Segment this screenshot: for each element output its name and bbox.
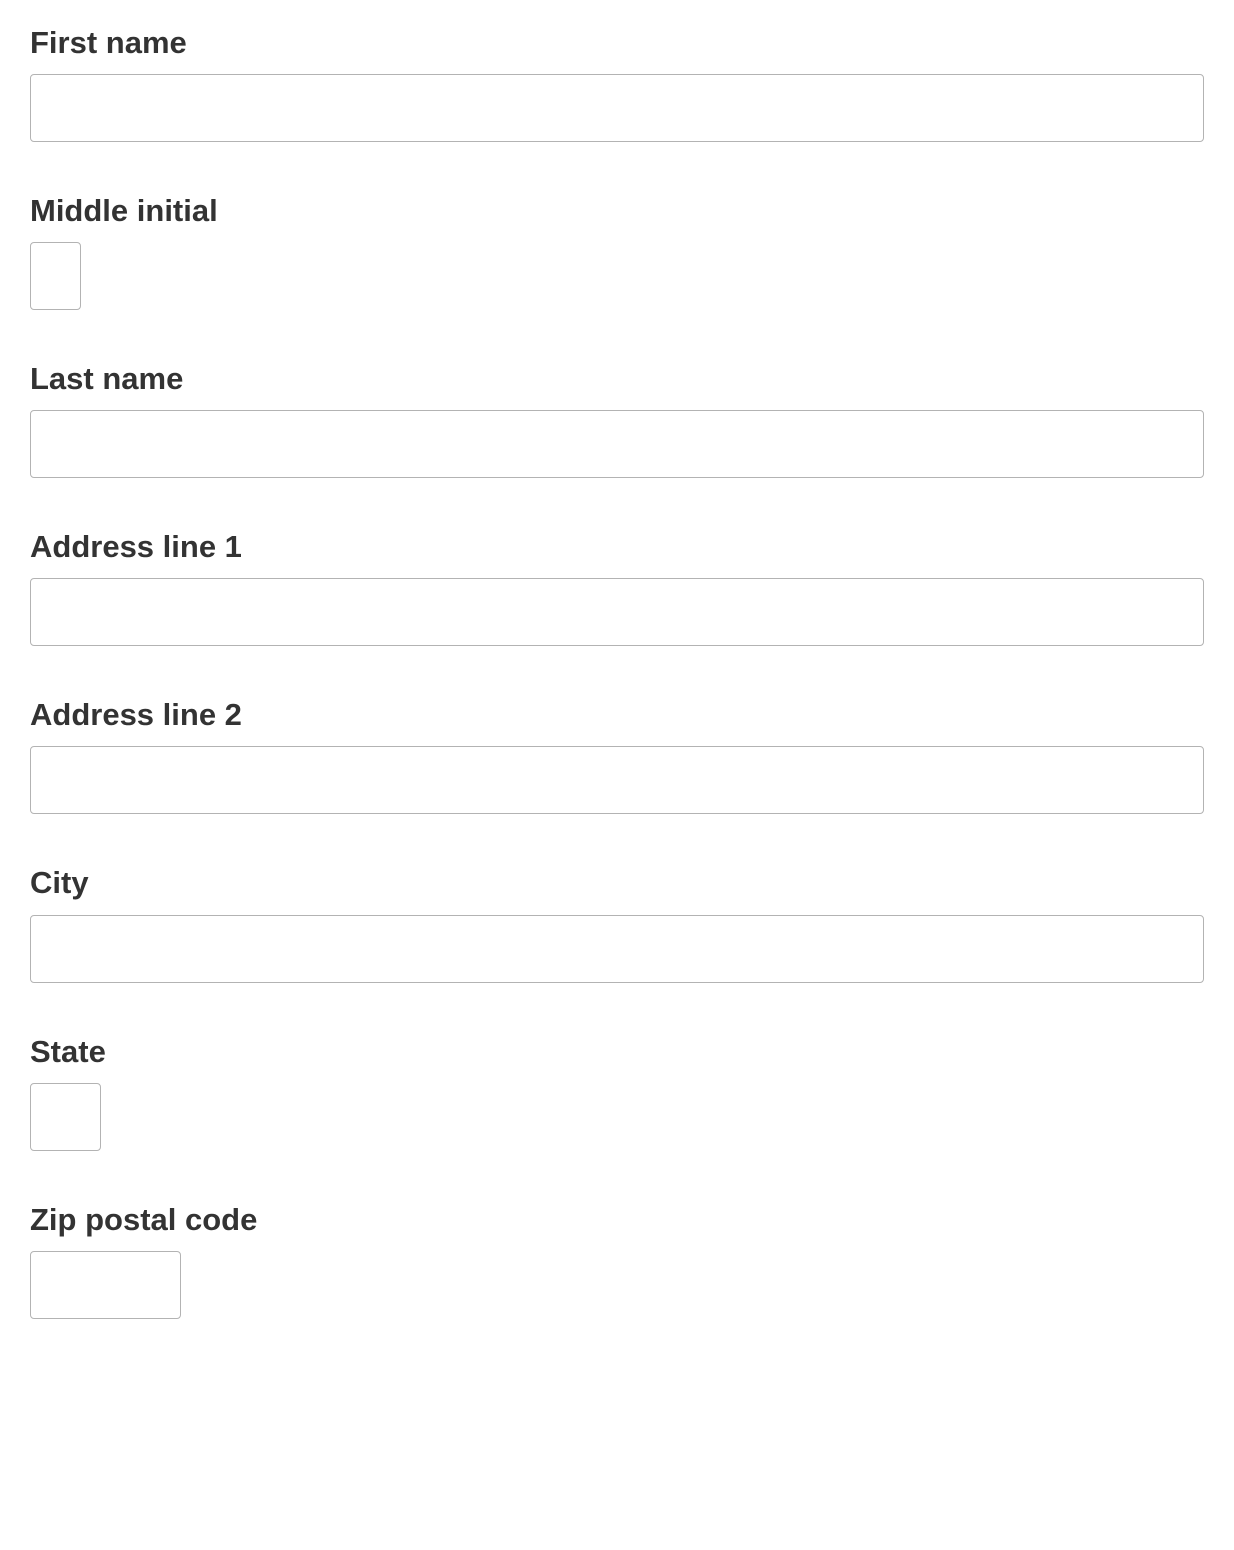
zip-group: Zip postal code (30, 1203, 1204, 1319)
address-1-group: Address line 1 (30, 530, 1204, 646)
address-1-label: Address line 1 (30, 530, 1204, 564)
state-group: State (30, 1035, 1204, 1151)
state-label: State (30, 1035, 1204, 1069)
last-name-group: Last name (30, 362, 1204, 478)
first-name-input[interactable] (30, 74, 1204, 142)
last-name-input[interactable] (30, 410, 1204, 478)
first-name-group: First name (30, 26, 1204, 142)
address-2-input[interactable] (30, 746, 1204, 814)
middle-initial-input[interactable] (30, 242, 81, 310)
zip-label: Zip postal code (30, 1203, 1204, 1237)
last-name-label: Last name (30, 362, 1204, 396)
city-label: City (30, 866, 1204, 900)
state-input[interactable] (30, 1083, 101, 1151)
city-group: City (30, 866, 1204, 982)
address-2-group: Address line 2 (30, 698, 1204, 814)
middle-initial-label: Middle initial (30, 194, 1204, 228)
first-name-label: First name (30, 26, 1204, 60)
city-input[interactable] (30, 915, 1204, 983)
address-1-input[interactable] (30, 578, 1204, 646)
address-2-label: Address line 2 (30, 698, 1204, 732)
zip-input[interactable] (30, 1251, 181, 1319)
middle-initial-group: Middle initial (30, 194, 1204, 310)
